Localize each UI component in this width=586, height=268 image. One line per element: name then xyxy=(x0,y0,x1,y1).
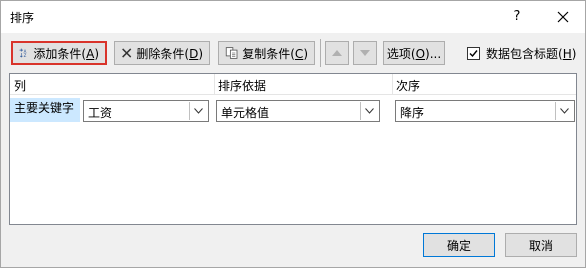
copy-icon xyxy=(225,47,238,59)
sort-on-select[interactable]: 单元格值 xyxy=(216,100,380,122)
column-select-value: 工资 xyxy=(88,106,113,120)
copy-condition-button[interactable]: 复制条件(C) xyxy=(218,41,315,65)
chevron-down-icon xyxy=(560,108,569,114)
dropdown-arrow[interactable] xyxy=(189,102,207,120)
header-column: 列 xyxy=(14,79,27,93)
dialog-title: 排序 xyxy=(10,11,35,25)
move-down-button[interactable] xyxy=(353,41,377,65)
checkmark-icon xyxy=(469,50,478,58)
order-select-value: 降序 xyxy=(400,106,425,120)
sort-dialog: 排序 ? A Z 添加条件(A) 删除条件(D) 复制条件(C) 选项(O)..… xyxy=(0,0,586,268)
order-select[interactable]: 降序 xyxy=(395,100,575,122)
triangle-up-icon xyxy=(332,50,342,56)
sort-level-row[interactable]: 主要关键字 工资 单元格值 降序 xyxy=(10,96,576,126)
toolbar-separator xyxy=(320,39,321,67)
options-button[interactable]: 选项(O)... xyxy=(383,41,445,65)
delete-icon xyxy=(122,48,132,58)
chevron-down-icon xyxy=(194,108,203,114)
header-divider xyxy=(392,74,393,94)
title-bar: 排序 ? xyxy=(1,1,585,33)
header-divider xyxy=(214,74,215,94)
triangle-down-icon xyxy=(360,50,370,56)
sort-levels-list: 列 排序依据 次序 主要关键字 工资 单元格值 降序 xyxy=(9,73,577,225)
chevron-down-icon xyxy=(365,108,374,114)
ok-button[interactable]: 确定 xyxy=(423,233,495,257)
help-button[interactable]: ? xyxy=(501,5,533,29)
delete-condition-button[interactable]: 删除条件(D) xyxy=(114,41,210,65)
column-headers: 列 排序依据 次序 xyxy=(10,74,576,95)
dropdown-arrow[interactable] xyxy=(555,102,573,120)
close-icon xyxy=(557,11,569,23)
header-checkbox-label: 数据包含标题(H) xyxy=(486,47,577,61)
header-checkbox-group[interactable]: 数据包含标题(H) xyxy=(467,45,576,62)
svg-text:Z: Z xyxy=(24,53,27,58)
cancel-button[interactable]: 取消 xyxy=(505,233,577,257)
column-select[interactable]: 工资 xyxy=(83,100,209,122)
add-condition-button[interactable]: A Z 添加条件(A) xyxy=(11,41,107,65)
delete-condition-label: 删除条件(D) xyxy=(136,46,203,61)
close-button[interactable] xyxy=(547,5,579,29)
header-checkbox[interactable] xyxy=(467,47,480,60)
header-order: 次序 xyxy=(396,79,421,93)
add-level-icon: A Z xyxy=(19,48,27,58)
add-condition-label: 添加条件(A) xyxy=(33,46,99,61)
copy-condition-label: 复制条件(C) xyxy=(242,46,308,61)
header-sort-on: 排序依据 xyxy=(218,79,267,93)
dropdown-arrow[interactable] xyxy=(360,102,378,120)
sort-on-select-value: 单元格值 xyxy=(221,106,270,120)
options-label: 选项(O)... xyxy=(386,46,442,61)
primary-key-label: 主要关键字 xyxy=(10,98,80,122)
move-up-button[interactable] xyxy=(325,41,349,65)
